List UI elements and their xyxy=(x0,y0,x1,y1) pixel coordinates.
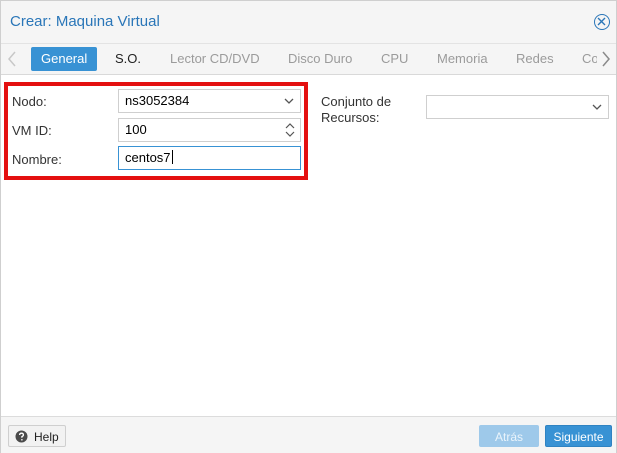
tab-disk[interactable]: Disco Duro xyxy=(288,47,352,71)
tab-cpu[interactable]: CPU xyxy=(381,47,408,71)
tab-confirm[interactable]: Co xyxy=(582,47,597,71)
chevron-down-icon xyxy=(592,104,602,110)
dialog-footer: Help Atrás Siguiente xyxy=(1,416,616,453)
title-bar: Crear: Maquina Virtual xyxy=(1,1,616,44)
tab-general[interactable]: General xyxy=(31,47,98,71)
tab-scroll-right-button[interactable] xyxy=(599,49,613,69)
name-value: centos7 xyxy=(125,150,171,165)
tab-memory[interactable]: Memoria xyxy=(437,47,488,71)
create-vm-dialog: Crear: Maquina Virtual General S.O. Lect… xyxy=(0,0,617,453)
question-circle-icon xyxy=(15,430,28,443)
tab-strip: General S.O. Lector CD/DVD Disco Duro CP… xyxy=(1,44,616,75)
close-button[interactable] xyxy=(594,14,610,30)
text-caret xyxy=(171,150,173,164)
vmid-value: 100 xyxy=(125,122,147,137)
tab-cd-dvd[interactable]: Lector CD/DVD xyxy=(170,47,260,71)
tab-scroll-left-button[interactable] xyxy=(5,49,19,69)
node-value: ns3052384 xyxy=(125,93,190,108)
resource-pool-select[interactable] xyxy=(426,95,609,119)
name-label: Nombre: xyxy=(12,152,62,167)
spinner-arrows-icon[interactable] xyxy=(285,122,295,138)
vmid-spinner-field[interactable]: 100 xyxy=(118,118,301,142)
tab-so[interactable]: S.O. xyxy=(115,47,141,71)
chevron-right-icon xyxy=(602,51,610,67)
close-icon xyxy=(597,17,606,26)
back-button[interactable]: Atrás xyxy=(479,425,539,447)
node-select[interactable]: ns3052384 xyxy=(118,89,301,113)
help-label: Help xyxy=(34,430,59,444)
name-input[interactable]: centos7 xyxy=(118,146,301,170)
help-button[interactable]: Help xyxy=(8,425,66,447)
chevron-left-icon xyxy=(8,51,16,67)
chevron-down-icon xyxy=(284,98,294,104)
node-label: Nodo: xyxy=(12,94,47,109)
tab-network[interactable]: Redes xyxy=(516,47,554,71)
pool-label-line2: Recursos: xyxy=(321,110,380,125)
dialog-title: Crear: Maquina Virtual xyxy=(10,13,160,30)
general-panel: Nodo: ns3052384 VM ID: 100 Nombre: cento… xyxy=(1,75,616,416)
tab-list: General S.O. Lector CD/DVD Disco Duro CP… xyxy=(31,47,597,71)
vmid-label: VM ID: xyxy=(12,123,52,138)
next-button[interactable]: Siguiente xyxy=(545,425,612,447)
pool-label-line1: Conjunto de xyxy=(321,94,392,109)
